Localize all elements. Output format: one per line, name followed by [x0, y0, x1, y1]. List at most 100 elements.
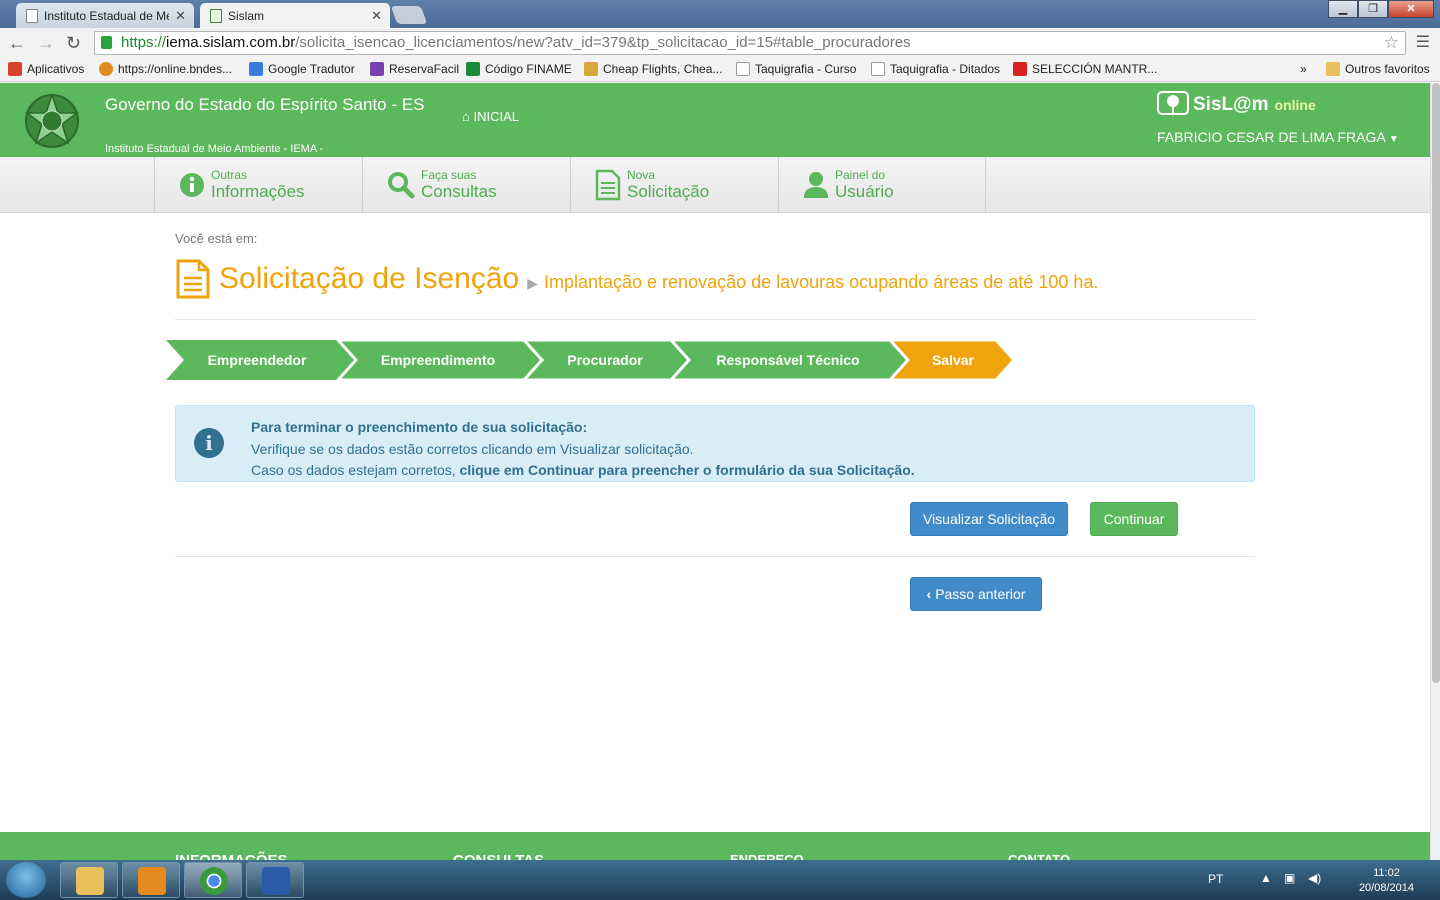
bookmarks-more[interactable]: » [1300, 62, 1307, 76]
tab-iema[interactable]: Instituto Estadual de Meio ✕ [16, 3, 194, 28]
step-empreendimento[interactable]: Empreendimento [356, 340, 520, 380]
start-button-icon[interactable] [6, 862, 46, 898]
nav-home-label: INICIAL [473, 109, 519, 124]
windows-taskbar: PT ▲ ▣ ◀) 11:02 20/08/2014 [0, 860, 1440, 900]
secondary-nav: Outras Informações Faça suas Consultas Nov… [0, 157, 1430, 213]
document-icon [176, 259, 210, 299]
other-bookmarks[interactable]: Outros favoritos [1326, 62, 1430, 76]
page-subtitle: Implantação e renovação de lavouras ocup… [543, 271, 1099, 292]
site-header: Governo do Estado do Espírito Santo - ES… [0, 83, 1430, 157]
institute-subtitle: Instituto Estadual de Meio Ambiente - IE… [105, 143, 324, 155]
network-icon[interactable]: ▣ [1284, 871, 1295, 885]
url-host: iema.sislam.com.br [166, 34, 296, 51]
nav-small-label: Painel do [835, 168, 886, 182]
nav-home-link[interactable]: ⌂ INICIAL [462, 109, 519, 124]
close-window-icon[interactable]: ✕ [1388, 0, 1434, 18]
bookmark-item[interactable]: SELECCIÓN MANTR... [1013, 62, 1157, 76]
info-alert: i Para terminar o preenchimento de sua s… [175, 405, 1255, 482]
bookmark-item[interactable]: Cheap Flights, Chea... [584, 62, 722, 76]
info-icon: i [194, 428, 224, 458]
taskbar-explorer[interactable] [60, 862, 118, 898]
tab-label: Instituto Estadual de Meio [44, 8, 170, 23]
outlook-icon [138, 867, 166, 895]
bookmark-item[interactable]: ReservaFacil [370, 62, 459, 76]
system-tray: PT ▲ ▣ ◀) 11:02 20/08/2014 [1208, 860, 1440, 900]
sislam-logo[interactable]: SisL@m online [1157, 91, 1316, 119]
nav-consultas[interactable]: Faça suas Consultas [362, 157, 570, 213]
lock-icon [101, 36, 112, 49]
folder-icon [1326, 62, 1340, 76]
forward-icon[interactable]: → [37, 33, 55, 53]
browser-toolbar: ← → ↻ https://iema.sislam.com.br/solicit… [0, 28, 1440, 58]
page-title-row: Solicitação de Isenção ▶ Implantação e r… [175, 258, 1098, 300]
caret-down-icon: ▼ [1388, 134, 1399, 145]
url-scheme: https:// [121, 34, 167, 51]
bookmark-item[interactable]: https://online.bndes... [99, 62, 232, 76]
nav-big-label: Informações [211, 182, 305, 201]
nav-solicitacao[interactable]: Nova Solicitação [570, 157, 778, 213]
view-request-button[interactable]: Visualizar Solicitação [910, 502, 1068, 536]
bookmark-item[interactable]: Taquigrafia - Curso [736, 62, 856, 76]
page-scrollbar[interactable] [1430, 83, 1440, 860]
clock[interactable]: 11:02 20/08/2014 [1359, 866, 1414, 896]
sislam-tree-icon [1157, 91, 1189, 115]
close-tab-icon[interactable]: ✕ [175, 8, 186, 24]
step-empreendedor[interactable]: Empreendedor [180, 340, 334, 380]
scrollbar-thumb[interactable] [1432, 83, 1440, 683]
taskbar-outlook[interactable] [122, 862, 180, 898]
wizard-steps: Empreendedor Empreendimento Procurador R… [166, 340, 1026, 380]
chevron-left-icon: ‹ [926, 586, 932, 602]
word-icon [262, 867, 290, 895]
nav-usuario[interactable]: Painel do Usuário [778, 157, 986, 213]
clock-time: 11:02 [1373, 867, 1400, 879]
back-icon[interactable]: ← [8, 33, 26, 53]
bookmark-label: Aplicativos [27, 62, 85, 76]
folder-icon [76, 867, 104, 895]
home-icon: ⌂ [462, 109, 470, 124]
youtube-icon [1013, 62, 1027, 76]
continue-button[interactable]: Continuar [1090, 502, 1178, 536]
taskbar-chrome[interactable] [184, 862, 242, 898]
language-indicator[interactable]: PT [1208, 872, 1223, 886]
new-tab-button[interactable] [390, 6, 428, 24]
alert-line-prefix: Caso os dados estejam corretos, [251, 462, 460, 478]
volume-icon[interactable]: ◀) [1308, 871, 1321, 885]
bookmark-item[interactable]: Google Tradutor [249, 62, 355, 76]
bookmark-item[interactable]: Aplicativos [8, 62, 84, 76]
tab-sislam[interactable]: Sislam ✕ [200, 3, 390, 28]
bookmark-item[interactable]: Taquigrafia - Ditados [871, 62, 1000, 76]
bookmark-item[interactable]: Código FINAME [466, 62, 572, 76]
bookmark-label: ReservaFacil [389, 62, 460, 76]
browser-menu-icon[interactable]: ☰ [1416, 32, 1430, 52]
address-bar[interactable]: https://iema.sislam.com.br/solicita_isen… [94, 31, 1406, 55]
nav-small-label: Nova [627, 168, 656, 182]
user-menu[interactable]: FABRICIO CESAR DE LIMA FRAGA ▼ [1157, 129, 1399, 145]
chrome-icon [200, 867, 228, 895]
apps-grid-icon [8, 62, 22, 76]
bookmark-star-icon[interactable]: ☆ [1384, 32, 1399, 54]
step-responsavel-tecnico[interactable]: Responsável Técnico [689, 340, 887, 380]
footer-heading-contato: CONTATO [1008, 852, 1071, 860]
maximize-icon[interactable]: ❐ [1358, 0, 1388, 18]
step-salvar[interactable]: Salvar [908, 340, 998, 380]
bookmarks-bar: Aplicativos https://online.bndes... Goog… [0, 58, 1440, 82]
show-hidden-icons-icon[interactable]: ▲ [1260, 871, 1272, 885]
previous-step-button[interactable]: ‹ Passo anterior [910, 577, 1042, 611]
alert-line-emphasis: clique em Continuar para preencher o for… [459, 462, 915, 478]
reservafacil-icon [370, 62, 384, 76]
taskbar-word[interactable] [246, 862, 304, 898]
page-icon [26, 8, 38, 23]
clock-date: 20/08/2014 [1358, 882, 1414, 894]
close-tab-icon[interactable]: ✕ [371, 8, 382, 24]
step-procurador[interactable]: Procurador [542, 340, 668, 380]
bookmark-label: Google Tradutor [268, 62, 355, 76]
alert-heading: Para terminar o preenchimento de sua sol… [251, 419, 588, 435]
info-icon [180, 173, 204, 197]
nav-informacoes[interactable]: Outras Informações [154, 157, 362, 213]
minimize-icon[interactable]: ▁ [1328, 0, 1358, 18]
bookmark-label: SELECCIÓN MANTR... [1032, 62, 1158, 76]
nav-small-label: Faça suas [421, 168, 477, 182]
divider [175, 556, 1255, 557]
reload-icon[interactable]: ↻ [66, 33, 81, 53]
footer-heading-endereco: ENDEREÇO [730, 852, 804, 860]
